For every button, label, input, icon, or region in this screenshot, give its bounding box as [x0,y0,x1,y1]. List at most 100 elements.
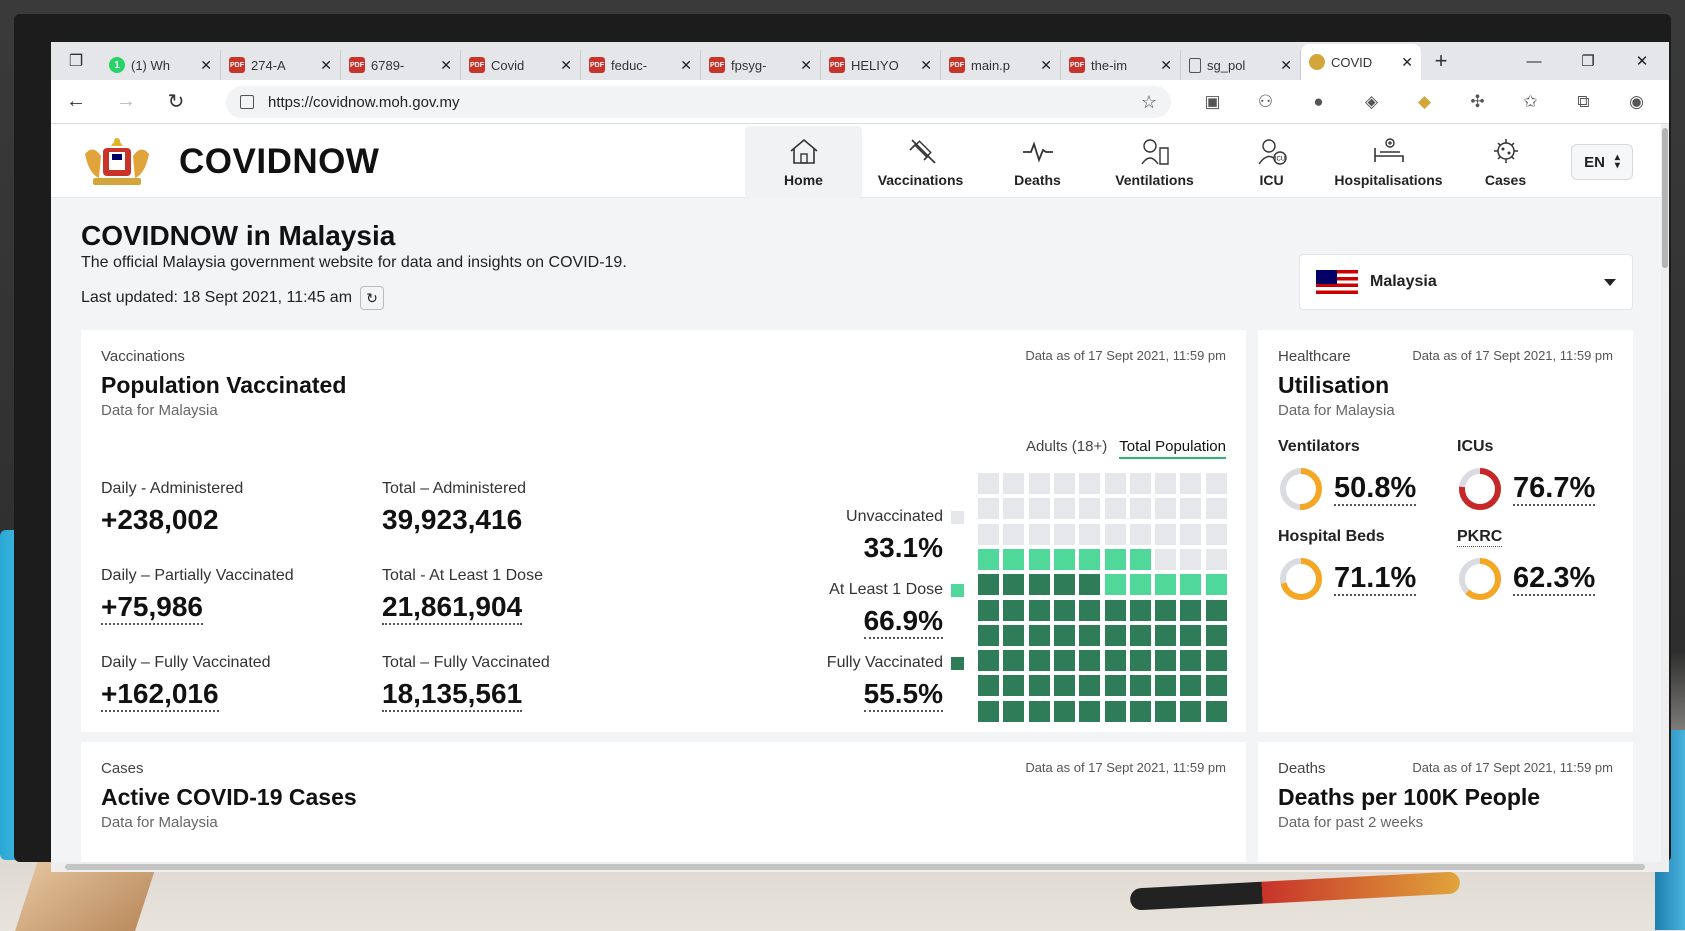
utilisation-value[interactable]: 62.3% [1513,562,1596,596]
close-tab-icon[interactable]: ✕ [200,57,212,74]
favorites-icon[interactable]: ✩ [1504,92,1557,112]
browser-tab[interactable]: PDF 6789- ✕ [341,50,461,80]
extension-4-icon[interactable]: ◈ [1345,92,1398,112]
close-tab-icon[interactable]: ✕ [440,57,452,74]
browser-tab[interactable]: PDF 274-A ✕ [221,50,341,80]
nav-item-home[interactable]: Home [745,126,862,198]
waffle-cell [1180,548,1202,570]
restore-icon[interactable]: ❐ [1561,42,1615,80]
close-tab-icon[interactable]: ✕ [1280,57,1292,74]
more-menu-icon[interactable]: ⋯ [1663,92,1669,112]
extension-2-icon[interactable]: ⚇ [1239,92,1292,112]
extension-3-icon[interactable]: ● [1292,92,1345,112]
country-select[interactable]: Malaysia [1299,254,1633,310]
horizontal-scrollbar[interactable] [51,862,1669,872]
browser-tab[interactable]: 1 (1) Wh ✕ [101,50,221,80]
address-url[interactable]: https://covidnow.moh.gov.my [268,94,1141,111]
extension-1-icon[interactable]: ▣ [1186,92,1239,112]
profile-avatar-icon[interactable]: ◉ [1610,92,1663,112]
waffle-cell [1180,498,1202,520]
toggle-adults[interactable]: Adults (18+) [1026,438,1107,459]
legend-value[interactable]: 66.9% [863,605,943,639]
lock-icon[interactable] [240,95,254,109]
waffle-cell [978,599,999,621]
browser-tab[interactable]: PDF fpsyg- ✕ [701,50,821,80]
stat-label: Daily - Administered [101,480,244,497]
malaysia-flag-icon [1316,270,1358,294]
close-tab-icon[interactable]: ✕ [680,57,692,74]
nav-item-vaccinations[interactable]: Vaccinations [862,126,979,198]
stat-value[interactable]: +238,002 [101,504,219,536]
malaysia-crest-logo[interactable] [79,134,155,190]
waffle-cell [978,523,999,545]
brand-name[interactable]: COVIDNOW [179,142,379,182]
utilisation-value[interactable]: 50.8% [1334,472,1417,506]
waffle-cell [1155,523,1177,545]
address-bar[interactable]: https://covidnow.moh.gov.my ☆ [226,86,1171,118]
stat-value[interactable]: +162,016 [101,678,219,712]
browser-tab[interactable]: PDF main.p ✕ [941,50,1061,80]
nav-item-ventilations[interactable]: Ventilations [1096,126,1213,198]
browser-tab[interactable]: sg_pol ✕ [1181,50,1301,80]
tab-title: (1) Wh [131,57,170,73]
minimize-icon[interactable]: — [1507,42,1561,80]
close-tab-icon[interactable]: ✕ [560,57,572,74]
stat-value[interactable]: 39,923,416 [382,504,522,536]
waffle-cell [1053,700,1075,722]
add-favorite-icon[interactable]: ☆ [1141,92,1157,113]
back-icon[interactable]: ← [51,90,101,113]
scrollbar-thumb[interactable] [65,864,1645,870]
reload-icon[interactable]: ↻ [151,89,201,114]
browser-tab[interactable]: PDF the-im ✕ [1061,50,1181,80]
browser-tab[interactable]: PDF feduc- ✕ [581,50,701,80]
stat-value[interactable]: +75,986 [101,591,203,625]
legend-value[interactable]: 55.5% [863,678,943,712]
nav-item-cases[interactable]: Cases [1447,126,1564,198]
language-select[interactable]: EN ▴ ▾ [1571,144,1633,180]
toggle-total-population[interactable]: Total Population [1119,438,1226,459]
browser-tab[interactable]: PDF Covid ✕ [461,50,581,80]
card-subtitle: Data for Malaysia [1278,402,1395,419]
waffle-cell [1129,675,1151,697]
waffle-cell [1155,675,1177,697]
waffle-cell [1079,548,1101,570]
scrollbar-thumb[interactable] [1662,128,1668,268]
main-nav: Home Vaccinations Deaths Ventilations ICU ICU… [745,126,1564,198]
forward-icon[interactable]: → [101,90,151,113]
extension-5-icon[interactable]: ◆ [1398,92,1451,112]
tab-actions-icon[interactable]: ❐ [51,42,101,80]
waffle-cell [1155,599,1177,621]
waffle-cell [1028,498,1050,520]
waffle-cell [1028,574,1050,596]
legend-value[interactable]: 33.1% [864,532,943,564]
close-tab-icon[interactable]: ✕ [1040,57,1052,74]
nav-item-hospitalisations[interactable]: Hospitalisations [1330,126,1447,198]
close-tab-icon[interactable]: ✕ [1401,54,1413,71]
browser-tab[interactable]: PDF HELIYO ✕ [821,50,941,80]
close-tab-icon[interactable]: ✕ [920,57,932,74]
close-window-icon[interactable]: ✕ [1615,42,1669,80]
refresh-icon[interactable]: ↻ [360,286,385,310]
collections-icon[interactable]: ⧉ [1557,92,1610,112]
waffle-cell [1104,650,1126,672]
nav-item-icu[interactable]: ICU ICU [1213,126,1330,198]
extensions-puzzle-icon[interactable]: ✣ [1451,92,1504,112]
close-tab-icon[interactable]: ✕ [800,57,812,74]
legend-label: At Least 1 Dose [829,581,943,598]
utilisation-value[interactable]: 76.7% [1513,472,1596,506]
stat-value[interactable]: 21,861,904 [382,591,523,625]
monitor: ❐ 1 (1) Wh ✕ PDF 274-A ✕ PDF 6789- ✕ PDF Covid ✕ PDF… [14,14,1671,872]
waffle-cell [1104,548,1126,570]
close-tab-icon[interactable]: ✕ [320,57,332,74]
new-tab-button[interactable]: + [1421,48,1461,74]
vertical-scrollbar[interactable] [1661,124,1669,864]
utilisation-donut [1280,468,1322,510]
browser-tab[interactable]: COVID ✕ [1301,44,1421,80]
stat-label: Daily – Fully Vaccinated [101,654,271,671]
waffle-cell [1180,523,1202,545]
close-tab-icon[interactable]: ✕ [1160,57,1172,74]
waffle-cell [1028,624,1050,646]
nav-item-deaths[interactable]: Deaths [979,126,1096,198]
utilisation-value[interactable]: 71.1% [1334,562,1417,596]
stat-value[interactable]: 18,135,561 [382,678,523,712]
